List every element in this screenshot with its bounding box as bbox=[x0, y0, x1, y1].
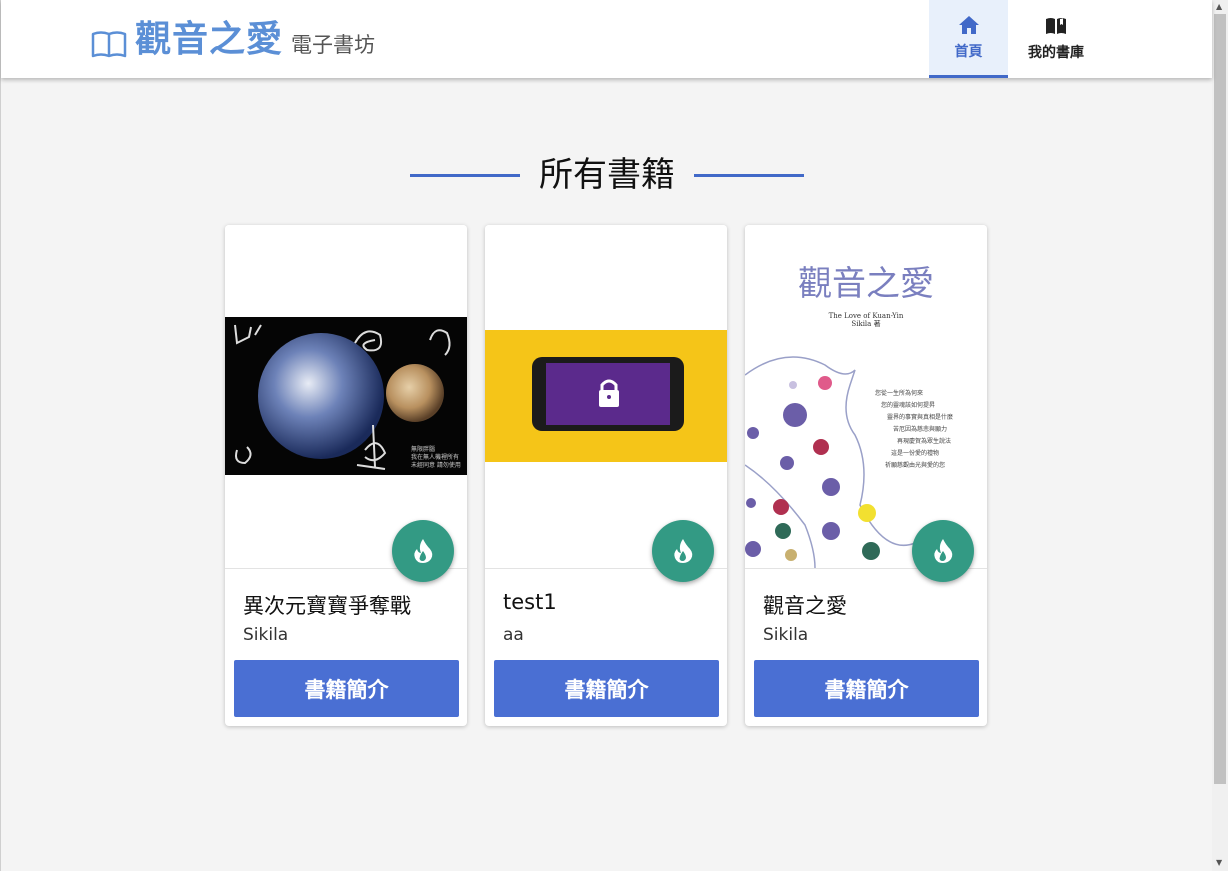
book-title: 觀音之愛 bbox=[763, 594, 847, 618]
book-title: test1 bbox=[503, 590, 557, 614]
book-cover[interactable]: 無限胖腦 我在無人機裡所有 未經同意 請勿使用 bbox=[225, 225, 467, 569]
home-icon bbox=[958, 15, 979, 34]
brand[interactable]: 觀音之愛 電子書坊 bbox=[91, 18, 375, 62]
book-author: Sikila bbox=[243, 625, 289, 645]
section-title-text: 所有書籍 bbox=[539, 155, 675, 195]
cover-poem-7: 祈願慈觀由光與愛的您 bbox=[885, 461, 945, 469]
book-cover[interactable] bbox=[485, 225, 727, 569]
book-card[interactable]: test1 aa 書籍簡介 bbox=[485, 225, 727, 726]
scroll-down-icon[interactable]: ▼ bbox=[1216, 858, 1222, 867]
hot-button[interactable] bbox=[652, 520, 714, 582]
book-intro-button[interactable]: 書籍簡介 bbox=[234, 660, 459, 717]
top-header: 觀音之愛 電子書坊 首頁 我的書庫 bbox=[1, 0, 1212, 78]
cover-poem-1: 您從一生所為何來 bbox=[875, 389, 923, 397]
vertical-scrollbar[interactable]: ▲ ▼ bbox=[1212, 0, 1228, 871]
nav-my-library-label: 我的書庫 bbox=[1028, 45, 1084, 61]
book-cover[interactable]: 觀音之愛 The Love of Kuan-Yin Sikila 著 您從一生所… bbox=[745, 225, 987, 569]
cover-note-2: 我在無人機裡所有 bbox=[411, 453, 459, 461]
fire-icon bbox=[674, 539, 693, 563]
nav-my-library[interactable]: 我的書庫 bbox=[1008, 0, 1104, 78]
book-author: Sikila bbox=[763, 625, 809, 645]
fire-icon bbox=[934, 539, 953, 563]
cover-poem-3: 靈界的事實與真相是什麼 bbox=[887, 413, 953, 421]
cover-poem-6: 這是一份愛的禮物 bbox=[891, 449, 939, 457]
book-card[interactable]: 無限胖腦 我在無人機裡所有 未經同意 請勿使用 異次元寶寶爭奪戰 Sikila … bbox=[225, 225, 467, 726]
title-divider-right bbox=[694, 173, 804, 177]
scrollbar-thumb[interactable] bbox=[1214, 14, 1226, 784]
cover-poem-2: 您的靈魂該如何提昇 bbox=[881, 401, 935, 409]
nav-home[interactable]: 首頁 bbox=[929, 0, 1008, 78]
nav-home-label: 首頁 bbox=[954, 43, 983, 60]
book-intro-button[interactable]: 書籍簡介 bbox=[494, 660, 719, 717]
cover-subtitle: The Love of Kuan-Yin bbox=[829, 312, 904, 320]
brand-title: 觀音之愛 bbox=[135, 19, 284, 60]
kuan-yin-cover-image: 觀音之愛 The Love of Kuan-Yin Sikila 著 您從一生所… bbox=[745, 264, 953, 569]
cover-author: Sikila 著 bbox=[851, 319, 880, 328]
section-title: 所有書籍 bbox=[403, 150, 811, 200]
book-open-icon bbox=[1046, 18, 1066, 34]
main-nav: 首頁 我的書庫 bbox=[929, 0, 1104, 78]
book-title: 異次元寶寶爭奪戰 bbox=[243, 594, 411, 618]
fire-icon bbox=[414, 539, 433, 563]
cover-note-1: 無限胖腦 bbox=[411, 445, 435, 453]
earth-mars-cover-image: 無限胖腦 我在無人機裡所有 未經同意 請勿使用 bbox=[225, 317, 467, 475]
book-icon bbox=[91, 31, 127, 58]
cover-poem-4: 苦厄因為慈悲與願力 bbox=[893, 425, 947, 433]
phone-lock-cover-image bbox=[485, 330, 727, 462]
book-card[interactable]: 觀音之愛 The Love of Kuan-Yin Sikila 著 您從一生所… bbox=[745, 225, 987, 726]
cover-note-3: 未經同意 請勿使用 bbox=[411, 461, 461, 469]
title-divider-left bbox=[410, 173, 520, 177]
brand-subtitle: 電子書坊 bbox=[291, 33, 376, 57]
hot-button[interactable] bbox=[392, 520, 454, 582]
cover-title: 觀音之愛 bbox=[798, 264, 934, 304]
hot-button[interactable] bbox=[912, 520, 974, 582]
cover-poem-5: 再現慶賀為眾生說法 bbox=[897, 437, 951, 445]
scroll-up-icon[interactable]: ▲ bbox=[1216, 2, 1222, 11]
page: 觀音之愛 電子書坊 首頁 我的書庫 所有書籍 無限胖腦 我在無人機裡所有 未經同… bbox=[0, 0, 1212, 871]
book-intro-button[interactable]: 書籍簡介 bbox=[754, 660, 979, 717]
book-author: aa bbox=[503, 625, 524, 645]
